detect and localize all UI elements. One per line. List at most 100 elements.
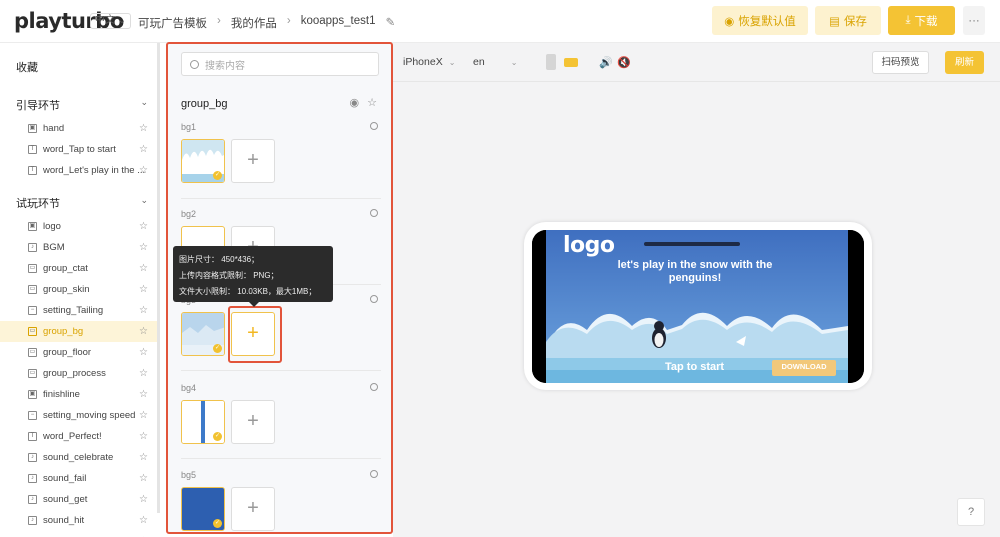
mute-icon[interactable]: 🔇 [617,56,631,69]
reset-icon: ◉ [724,15,735,28]
bg-label: bg5 [181,470,197,480]
star-icon[interactable]: ☆ [139,494,148,505]
breadcrumb-templates[interactable]: 可玩广告模板 [138,15,207,31]
sidebar-item-label: word_Tap to start [43,144,116,155]
sidebar-item-label: BGM [43,242,65,253]
sidebar-item[interactable]: ▣ finishline ☆ [0,384,160,405]
sidebar-item[interactable]: ▣ logo ☆ [0,216,160,237]
visibility-icon[interactable] [370,209,378,217]
tooltip-arrow [249,302,259,307]
star-icon[interactable]: ☆ [139,368,148,379]
star-icon[interactable]: ☆ [139,284,148,295]
portrait-icon[interactable] [546,54,556,70]
device-select[interactable]: iPhoneX ⌄ [403,56,455,68]
sidebar-item[interactable]: ▣ hand ☆ [0,118,160,139]
add-image-button[interactable]: + [231,487,275,531]
sidebar-item[interactable]: Tword_Let's play in the ... ☆ [0,160,160,181]
landscape-icon[interactable] [564,58,578,67]
help-button[interactable]: ? [957,498,985,526]
more-icon: ··· [968,14,980,27]
section-title: 引导环节 [16,100,60,112]
star-icon[interactable]: ☆ [367,96,377,109]
refresh-label: 刷新 [954,57,974,68]
locale-select[interactable]: en ⌄ [473,56,523,68]
sidebar: 收藏 引导环节 ⌄ ▣ hand ☆ Tword_Tap to start ☆ Tword_… [0,43,160,537]
sidebar-item[interactable]: ♪ sound_celebrate ☆ [0,447,160,468]
bg-section-bg4: bg4 ✓ + [181,383,380,449]
refresh-button[interactable]: 刷新 [945,51,984,74]
sidebar-item[interactable]: ♪ sound_get ☆ [0,489,160,510]
sidebar-section-play[interactable]: 试玩环节 ⌄ [0,195,160,216]
star-icon[interactable]: ☆ [139,473,148,484]
visibility-icon[interactable] [370,470,378,478]
sidebar-favorites[interactable]: 收藏 [0,59,160,97]
sidebar-item[interactable]: ♪ sound_fail ☆ [0,468,160,489]
star-icon[interactable]: ☆ [139,326,148,337]
item-type-icon: ♪ [28,243,37,252]
visibility-icon[interactable] [370,122,378,130]
item-type-icon: T [28,432,37,441]
sidebar-scrollbar[interactable] [157,43,160,513]
star-icon[interactable]: ☆ [139,305,148,316]
favorites-label: 收藏 [16,62,38,74]
star-icon[interactable]: ☆ [139,123,148,134]
sidebar-item[interactable]: ♪ BGM ☆ [0,237,160,258]
visibility-icon[interactable] [370,383,378,391]
sidebar-item[interactable]: ♪ sound_hit ☆ [0,510,160,531]
sidebar-item[interactable]: Tword_Tap to start ☆ [0,139,160,160]
pencil-icon[interactable]: ✎ [386,15,396,31]
reset-defaults-button[interactable]: ◉ 恢复默认值 [712,6,808,35]
breadcrumb-my-works[interactable]: 我的作品 [231,15,277,31]
sidebar-item[interactable]: ▭ group_skin ☆ [0,279,160,300]
sidebar-item[interactable]: ▭ group_process ☆ [0,363,160,384]
sidebar-item[interactable]: Tword_Perfect! ☆ [0,426,160,447]
star-icon[interactable]: ☆ [139,263,148,274]
sidebar-item[interactable]: − setting_Tailing ☆ [0,300,160,321]
sidebar-item[interactable]: ♪sound_perfect☆ [0,531,160,537]
item-type-icon: T [28,145,37,154]
star-icon[interactable]: ☆ [139,410,148,421]
device-label: iPhoneX [403,56,443,68]
bg-thumbnail[interactable]: ✓ [181,400,225,444]
star-icon[interactable]: ☆ [139,452,148,463]
check-icon: ✓ [213,171,222,180]
preview-toolbar: iPhoneX ⌄ en ⌄ 🔊 🔇 扫码预览 刷新 [393,43,1000,82]
more-button[interactable]: ··· [963,6,985,35]
bg-thumbnail[interactable]: ✓ [181,312,225,356]
volume-icon[interactable]: 🔊 [599,56,613,69]
item-type-icon: − [28,306,37,315]
group-title: group_bg [181,98,228,110]
star-icon[interactable]: ☆ [139,165,148,176]
star-icon[interactable]: ☆ [139,144,148,155]
star-icon[interactable]: ☆ [139,431,148,442]
star-icon[interactable]: ☆ [139,221,148,232]
download-button[interactable]: ⤓ 下载 [888,6,955,35]
language-label: 中文 [95,15,115,26]
add-image-button[interactable]: + [231,400,275,444]
language-select[interactable]: 中文 ⌄ [90,13,132,29]
preview-area: iPhoneX ⌄ en ⌄ 🔊 🔇 扫码预览 刷新 logo let's pl… [393,43,1000,537]
sidebar-item[interactable]: ▭ group_ctat ☆ [0,258,160,279]
eye-icon[interactable]: ◉ [350,96,360,109]
visibility-icon[interactable] [370,295,378,303]
sidebar-section-guide[interactable]: 引导环节 ⌄ [0,97,160,118]
save-icon: ▤ [829,15,840,28]
bg-thumbnail[interactable]: ✓ [181,139,225,183]
item-type-icon: ▭ [28,285,37,294]
item-type-icon: ♪ [28,516,37,525]
bg-thumbnail[interactable]: ✓ [181,487,225,531]
add-image-button[interactable]: + [231,139,275,183]
sidebar-item[interactable]: ▭ group_floor ☆ [0,342,160,363]
star-icon[interactable]: ☆ [139,242,148,253]
section-title: 试玩环节 [16,198,60,210]
save-button[interactable]: ▤ 保存 [815,6,881,35]
divider [181,458,381,459]
star-icon[interactable]: ☆ [139,515,148,526]
star-icon[interactable]: ☆ [139,347,148,358]
sidebar-item[interactable]: ▭ group_bg ☆ [0,321,160,342]
star-icon[interactable]: ☆ [139,389,148,400]
scan-preview-button[interactable]: 扫码预览 [872,51,929,74]
sidebar-item[interactable]: − setting_moving speed ☆ [0,405,160,426]
search-input[interactable]: 搜索内容 [181,52,379,76]
tooltip-line: 上传内容格式限制： PNG； [179,271,279,280]
